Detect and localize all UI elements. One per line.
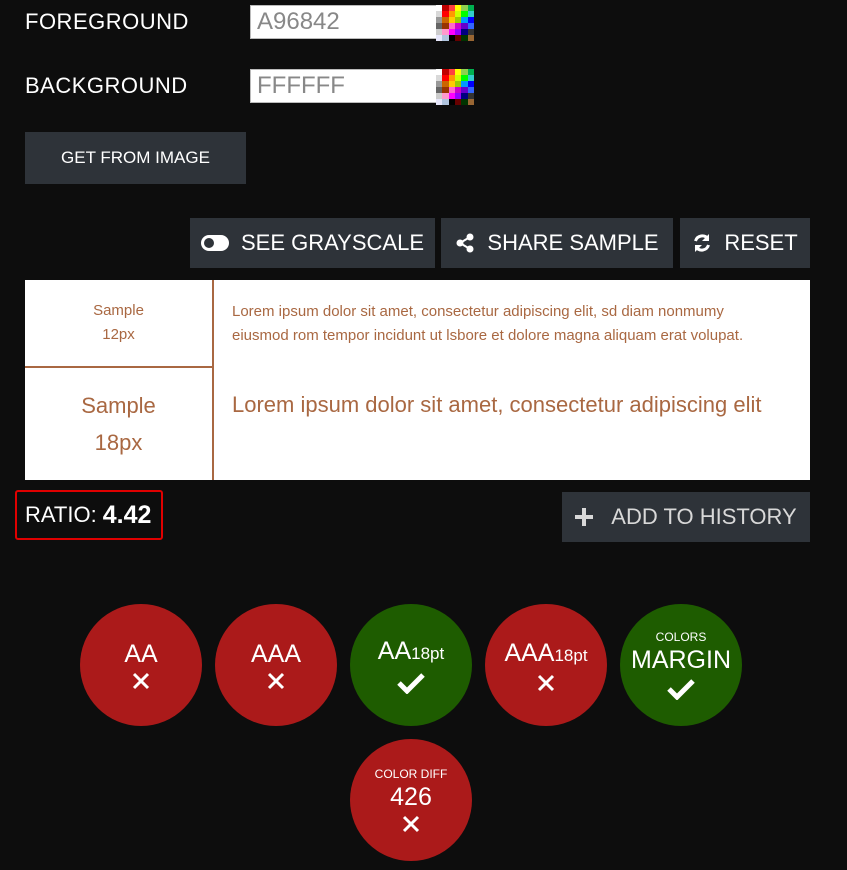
see-grayscale-button[interactable]: SEE GRAYSCALE: [190, 218, 435, 268]
aa-18pt-sub: 18pt: [411, 643, 445, 663]
get-from-image-label: GET FROM IMAGE: [61, 148, 210, 167]
cross-icon: [132, 672, 150, 690]
reset-label: RESET: [724, 230, 798, 255]
aaa-18pt-text: AAA: [504, 638, 555, 667]
share-sample-label: SHARE SAMPLE: [487, 230, 659, 255]
add-to-history-label: ADD TO HISTORY: [611, 504, 797, 529]
sample-18-size: 18px: [94, 430, 143, 455]
cross-icon: [267, 672, 285, 690]
share-sample-button[interactable]: SHARE SAMPLE: [441, 218, 673, 268]
cross-icon: [402, 815, 420, 833]
aa-18pt-badge-label: AA18pt: [378, 637, 444, 668]
sample-18-text: Lorem ipsum dolor sit amet, consectetur …: [232, 392, 762, 417]
aaa-18pt-badge: AAA18pt: [485, 604, 607, 726]
background-label: BACKGROUND: [25, 73, 188, 98]
aaa-badge: AAA: [215, 604, 337, 726]
sample-preview: Sample 12px Lorem ipsum dolor sit amet, …: [25, 280, 810, 480]
foreground-input[interactable]: [250, 5, 436, 39]
cross-icon: [537, 674, 555, 692]
add-to-history-button[interactable]: ADD TO HISTORY: [562, 492, 810, 542]
colors-margin-label: MARGIN: [631, 646, 731, 674]
ratio-label: RATIO:: [25, 502, 97, 527]
foreground-label: FOREGROUND: [25, 9, 189, 34]
color-diff-badge: COLOR DIFF 426: [350, 739, 472, 861]
sample-12-text: Lorem ipsum dolor sit amet, consectetur …: [232, 303, 744, 344]
aa-18pt-badge: AA18pt: [350, 604, 472, 726]
sample-18-cell: Sample 18px: [25, 368, 214, 480]
sample-18-label: Sample: [81, 393, 156, 418]
aaa-18pt-badge-label: AAA18pt: [504, 639, 587, 670]
get-from-image-button[interactable]: GET FROM IMAGE: [25, 132, 246, 184]
ratio-value: 4.42: [102, 500, 152, 529]
ratio-display: RATIO: 4.42: [15, 490, 163, 540]
see-grayscale-label: SEE GRAYSCALE: [241, 230, 424, 255]
reset-button[interactable]: RESET: [680, 218, 810, 268]
colors-margin-top: COLORS: [655, 630, 707, 644]
check-icon: [666, 678, 696, 700]
sample-12-size: 12px: [102, 326, 135, 343]
foreground-palette-icon[interactable]: [436, 5, 474, 41]
share-icon: [455, 233, 475, 253]
aa-badge-label: AA: [124, 640, 158, 668]
background-input[interactable]: [250, 69, 436, 103]
aaa-18pt-sub: 18pt: [554, 645, 588, 665]
plus-icon: [575, 508, 594, 526]
background-palette-icon[interactable]: [436, 69, 474, 105]
aaa-badge-label: AAA: [250, 640, 302, 668]
refresh-icon: [692, 233, 712, 253]
sample-12-label: Sample: [93, 302, 144, 319]
aa-badge: AA: [80, 604, 202, 726]
check-icon: [396, 672, 426, 694]
color-diff-top: COLOR DIFF: [374, 767, 448, 781]
sample-12-cell: Sample 12px: [25, 280, 214, 368]
aa-18pt-text: AA: [377, 636, 412, 665]
colors-margin-badge: COLORS MARGIN: [620, 604, 742, 726]
toggle-icon: [201, 235, 229, 251]
color-diff-value: 426: [390, 783, 432, 811]
